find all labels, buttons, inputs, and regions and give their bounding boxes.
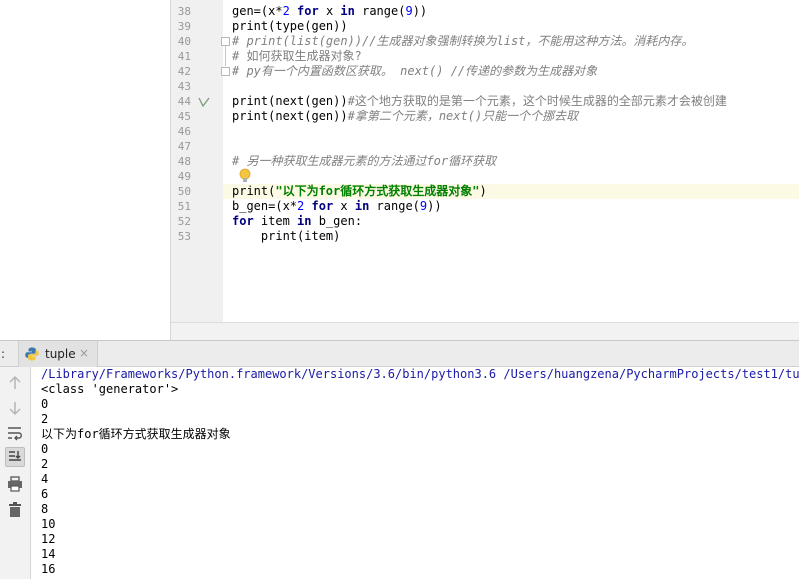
console-output[interactable]: /Library/Frameworks/Python.framework/Ver… (41, 367, 799, 579)
code-token: # 如何获取生成器对象? (232, 49, 362, 63)
console-output-line: <class 'generator'> (41, 382, 179, 396)
code-token: # 另一种获取生成器元素的方法通过for循环获取 (232, 154, 497, 168)
code-token: x (333, 199, 355, 213)
tab-tuple[interactable]: tuple × (18, 341, 98, 367)
print-icon[interactable] (5, 474, 25, 494)
code-token: for (297, 4, 319, 18)
console-output-line: 以下为for循环方式获取生成器对象 (41, 427, 231, 441)
editor-horizontal-scrollbar[interactable] (171, 322, 799, 341)
code-line[interactable]: b_gen=(x*2 for x in range(9)) (232, 199, 442, 214)
checkmark-icon (198, 97, 210, 107)
console-output-line: 6 (41, 487, 49, 501)
run-label: : (1, 347, 6, 361)
code-token: "以下为for循环方式获取生成器对象" (275, 184, 480, 198)
code-token: in (354, 199, 370, 213)
python-icon (25, 347, 39, 361)
console-command-line: /Library/Frameworks/Python.framework/Ver… (41, 367, 799, 381)
line-number: 48 (177, 155, 191, 168)
console-output-line: 14 (41, 547, 56, 561)
soft-wrap-icon[interactable] (5, 423, 25, 443)
code-token: in (340, 4, 355, 18)
arrow-up-icon[interactable] (5, 373, 25, 393)
run-tab-bar: : tuple × (0, 340, 799, 367)
code-token: b_gen: (311, 214, 363, 228)
code-token: x (318, 4, 341, 18)
code-token: )) (412, 4, 428, 18)
close-icon[interactable]: × (79, 346, 89, 360)
line-number: 38 (177, 5, 191, 18)
run-tool-window: : tuple × /Library/Frameworks/Python.fra… (0, 340, 799, 579)
code-token: )) (427, 199, 442, 213)
console-output-line: 16 (41, 562, 56, 576)
code-token: b_gen=(x* (232, 199, 298, 213)
console-output-line: 8 (41, 502, 49, 516)
code-token: #拿第二个元素，next()只能一个个挪去取 (347, 109, 579, 123)
code-token: print(type(gen)) (232, 19, 348, 33)
line-number: 52 (177, 215, 191, 228)
code-token: range( (369, 199, 420, 213)
fold-guide (225, 46, 226, 66)
line-number: 50 (177, 185, 191, 198)
code-token: range( (354, 4, 406, 18)
line-number: 47 (177, 140, 191, 153)
line-number: 42 (177, 65, 191, 78)
code-token: print(next(gen)) (232, 94, 348, 108)
line-number: 43 (177, 80, 191, 93)
console-output-line: 12 (41, 532, 56, 546)
fold-marker[interactable] (221, 37, 230, 46)
code-token: print(item) (232, 229, 341, 243)
console-output-line: 4 (41, 472, 49, 486)
line-number: 41 (177, 50, 191, 63)
line-number: 53 (177, 230, 191, 243)
code-line[interactable]: print(type(gen)) (232, 19, 348, 34)
code-line[interactable]: print(next(gen))#这个地方获取的是第一个元素，这个时候生成器的全… (232, 94, 727, 109)
code-editor[interactable]: 38 gen=(x*2 for x in range(9)) 39 print(typ… (0, 0, 799, 341)
console-output-line: 2 (41, 457, 49, 471)
code-token: in (297, 214, 312, 228)
line-number: 51 (177, 200, 191, 213)
code-token: print( (232, 184, 276, 198)
console-output-line: 0 (41, 397, 49, 411)
code-line[interactable]: print("以下为for循环方式获取生成器对象") (232, 184, 487, 199)
console-output-line: 0 (41, 442, 49, 456)
trash-icon[interactable] (5, 499, 25, 519)
line-number: 39 (177, 20, 191, 33)
code-line[interactable]: for item in b_gen: (232, 214, 362, 229)
code-line[interactable]: # 另一种获取生成器元素的方法通过for循环获取 (232, 154, 496, 169)
tab-label: tuple (45, 347, 76, 361)
run-toolbar (0, 367, 31, 579)
code-token: #这个地方获取的是第一个元素，这个时候生成器的全部元素才会被创建 (347, 94, 727, 108)
line-number: 49 (177, 170, 191, 183)
code-token: item (253, 214, 298, 228)
code-token: gen=(x* (232, 4, 283, 18)
code-token: print(next(gen)) (232, 109, 348, 123)
console-output-line: 10 (41, 517, 56, 531)
code-line[interactable]: gen=(x*2 for x in range(9)) (232, 4, 427, 19)
code-token: ) (479, 184, 487, 198)
lightbulb-icon[interactable] (239, 168, 251, 184)
code-token: # py有一个内置函数区获取。 next() //传递的参数为生成器对象 (232, 64, 598, 78)
code-line[interactable]: # 如何获取生成器对象? (232, 49, 362, 64)
arrow-down-icon[interactable] (5, 398, 25, 418)
code-token: 9 (405, 4, 413, 18)
code-line[interactable]: print(next(gen))#拿第二个元素，next()只能一个个挪去取 (232, 109, 578, 124)
scroll-to-end-icon (9, 451, 21, 461)
fold-marker[interactable] (221, 67, 230, 76)
code-line[interactable]: print(item) (232, 229, 340, 244)
code-token: for (311, 199, 334, 213)
code-token: 2 (282, 4, 290, 18)
console-output-line: 2 (41, 412, 49, 426)
scroll-to-end-button[interactable] (5, 447, 25, 467)
code-line[interactable]: # py有一个内置函数区获取。 next() //传递的参数为生成器对象 (232, 64, 597, 79)
code-token: for (232, 214, 254, 228)
project-panel (0, 0, 171, 340)
line-number: 44 (177, 95, 191, 108)
code-line[interactable]: # print(list(gen))//生成器对象强制转换为list，不能用这种… (232, 34, 693, 49)
line-number: 46 (177, 125, 191, 138)
line-number: 45 (177, 110, 191, 123)
code-token: # print(list(gen))//生成器对象强制转换为list，不能用这种… (232, 34, 694, 48)
line-number: 40 (177, 35, 191, 48)
